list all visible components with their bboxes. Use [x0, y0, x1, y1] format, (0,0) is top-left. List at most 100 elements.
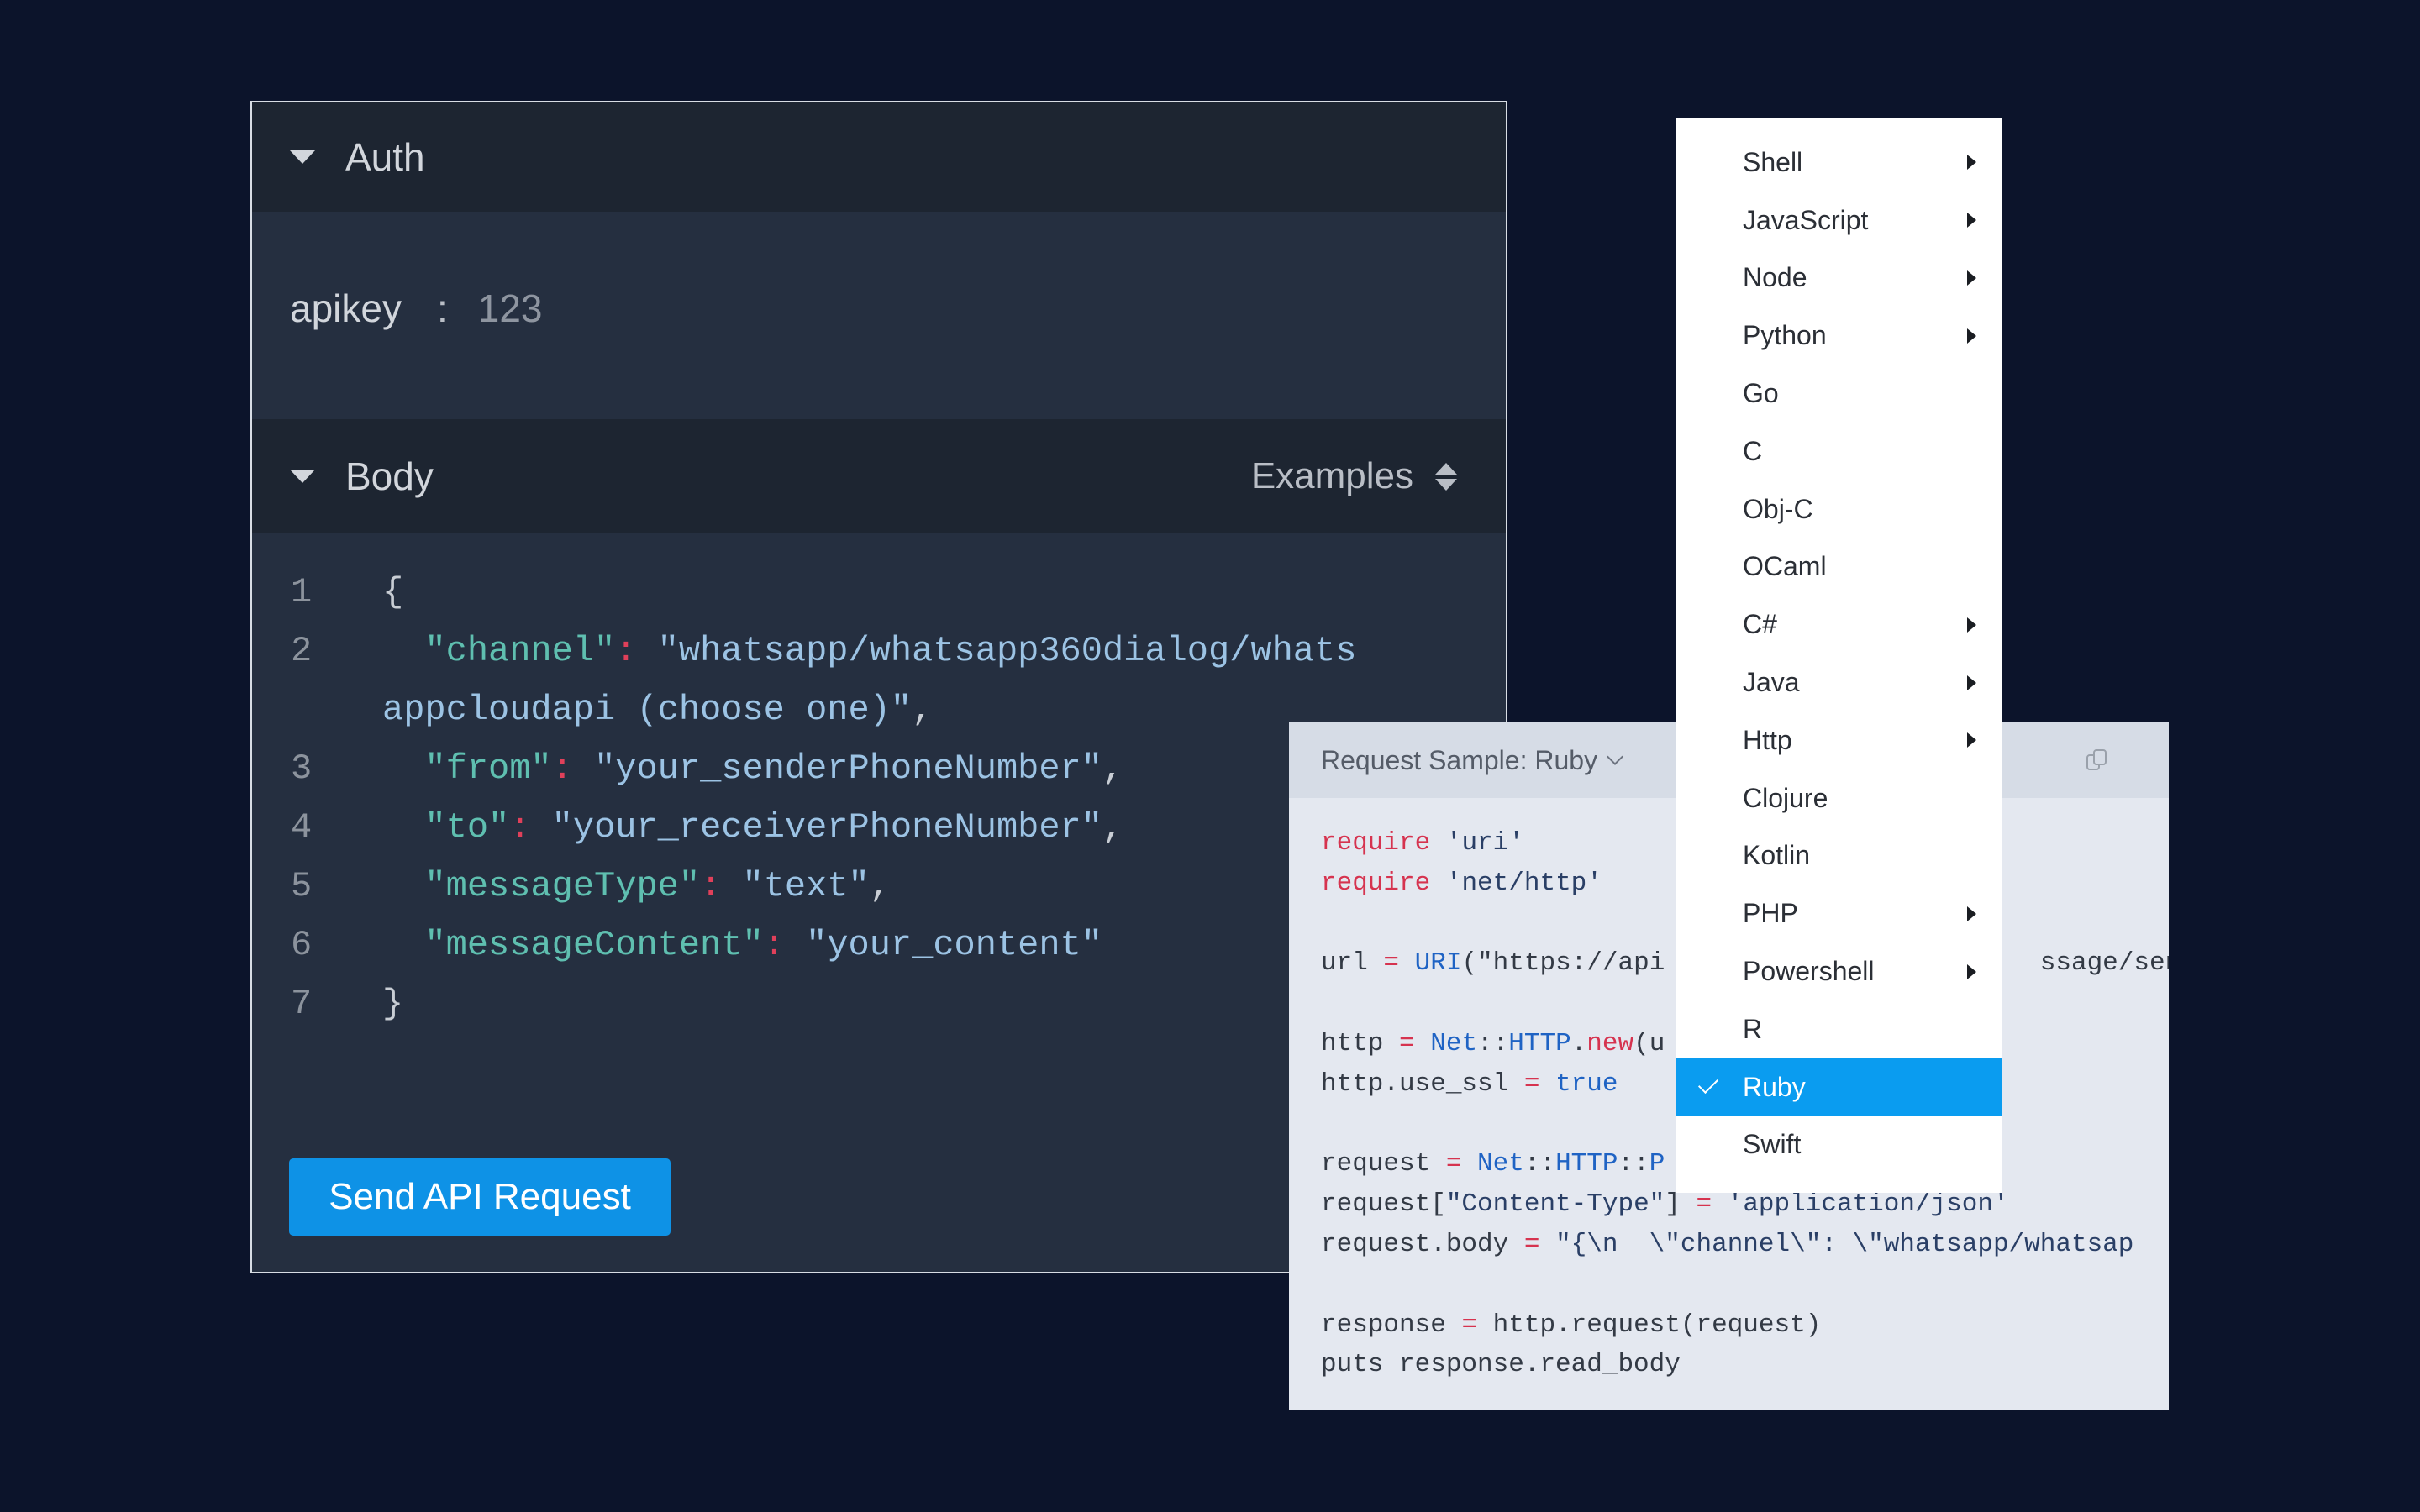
submenu-arrow-icon	[1967, 906, 1976, 921]
code-text: "to": "your_receiverPhoneNumber",	[382, 807, 1123, 848]
code-token: =	[1696, 1189, 1712, 1220]
menu-item-http[interactable]: Http	[1676, 711, 2002, 769]
body-section-header[interactable]: Body Examples	[252, 419, 1506, 533]
code-token: ::	[1618, 1149, 1649, 1179]
menu-item-go[interactable]: Go	[1676, 365, 2002, 423]
menu-item-c-[interactable]: C#	[1676, 596, 2002, 654]
code-text: appcloudapi (choose one)",	[382, 690, 933, 730]
code-line: 2 "channel": "whatsapp/whatsapp360dialog…	[252, 622, 1506, 680]
code-text: "from": "your_senderPhoneNumber",	[382, 748, 1123, 789]
code-token: "whatsapp/whatsapp360dialog/whats	[657, 631, 1357, 671]
code-token: =	[1461, 1310, 1478, 1340]
apikey-field[interactable]: apikey : 123	[290, 286, 543, 331]
language-selector[interactable]: Request Sample: Ruby	[1321, 745, 1597, 776]
code-token: "messageType"	[382, 866, 701, 906]
code-token: HTTP	[1555, 1149, 1618, 1179]
menu-item-r[interactable]: R	[1676, 1000, 2002, 1058]
code-text: }	[382, 984, 403, 1024]
menu-item-swift[interactable]: Swift	[1676, 1116, 2002, 1174]
code-token: URI	[1414, 948, 1462, 979]
copy-icon[interactable]	[2085, 748, 2110, 773]
menu-item-label: Node	[1743, 262, 1807, 293]
menu-item-clojure[interactable]: Clojure	[1676, 769, 2002, 827]
menu-item-node[interactable]: Node	[1676, 249, 2002, 307]
submenu-arrow-icon	[1967, 732, 1976, 748]
auth-section-header[interactable]: Auth	[252, 102, 1506, 212]
menu-item-label: JavaScript	[1743, 204, 1869, 235]
menu-item-ruby[interactable]: Ruby	[1676, 1058, 2002, 1116]
code-token: :	[615, 631, 658, 671]
menu-item-label: Python	[1743, 320, 1827, 351]
code-token: 'application/json'	[1727, 1189, 2009, 1220]
code-token: Net	[1477, 1149, 1524, 1179]
menu-item-label: Obj-C	[1743, 493, 1813, 524]
examples-label: Examples	[1250, 455, 1413, 496]
menu-item-label: Kotlin	[1743, 840, 1811, 871]
submenu-arrow-icon	[1967, 963, 1976, 979]
menu-item-label: C#	[1743, 609, 1777, 640]
menu-item-kotlin[interactable]: Kotlin	[1676, 827, 2002, 885]
menu-item-php[interactable]: PHP	[1676, 885, 2002, 942]
code-token: true	[1555, 1068, 1618, 1099]
language-menu: Shell JavaScript Node Python Go C Obj-C OCaml C#…	[1676, 118, 2002, 1193]
code-text: "messageContent": "your_content"	[382, 925, 1102, 965]
code-token: ,	[1102, 807, 1124, 848]
code-token: .	[1570, 1028, 1587, 1058]
code-token: "text"	[742, 866, 870, 906]
code-token: "messageContent"	[382, 925, 764, 965]
submenu-arrow-icon	[1967, 328, 1976, 344]
menu-item-label: Go	[1743, 378, 1779, 409]
menu-item-powershell[interactable]: Powershell	[1676, 942, 2002, 1000]
menu-item-label: C	[1743, 435, 1763, 466]
menu-item-label: Http	[1743, 724, 1792, 755]
code-token: response	[1321, 1310, 1462, 1340]
code-token: P	[1649, 1149, 1665, 1179]
submenu-arrow-icon	[1967, 270, 1976, 286]
code-token: "your_receiverPhoneNumber"	[551, 807, 1102, 848]
menu-item-label: Swift	[1743, 1129, 1802, 1160]
send-api-request-button[interactable]: Send API Request	[289, 1158, 671, 1236]
menu-item-label: Java	[1743, 667, 1800, 698]
menu-item-ocaml[interactable]: OCaml	[1676, 538, 2002, 596]
code-token: 'uri'	[1445, 828, 1524, 858]
line-number: 4	[291, 807, 313, 848]
code-token: :	[551, 748, 595, 789]
updown-arrows-icon	[1435, 462, 1457, 491]
code-token: HTTP	[1508, 1028, 1571, 1058]
menu-item-shell[interactable]: Shell	[1676, 134, 2002, 192]
code-token: "Content-Type"	[1445, 1189, 1665, 1220]
auth-title: Auth	[345, 135, 425, 179]
code-token: ,	[869, 866, 891, 906]
code-text: {	[382, 572, 403, 612]
code-token: }	[382, 984, 404, 1024]
submenu-arrow-icon	[1967, 617, 1976, 633]
menu-item-python[interactable]: Python	[1676, 307, 2002, 365]
body-title: Body	[345, 454, 434, 498]
code-token: url	[1321, 948, 1384, 979]
menu-item-c[interactable]: C	[1676, 423, 2002, 480]
code-token: puts response.read_body	[1321, 1350, 1681, 1380]
apikey-value[interactable]: 123	[478, 286, 543, 331]
menu-item-java[interactable]: Java	[1676, 654, 2002, 711]
code-token: "{\n \"channel\": \"whatsapp/whatsap	[1555, 1229, 2134, 1259]
examples-select[interactable]: Examples	[1251, 419, 1457, 533]
code-token: ::	[1523, 1149, 1556, 1179]
code-token: =	[1399, 1028, 1415, 1058]
line-number: 7	[291, 984, 313, 1024]
chevron-down-icon[interactable]	[1607, 748, 1623, 765]
code-token: request.body	[1321, 1229, 1524, 1259]
code-token: =	[1523, 1068, 1540, 1099]
caret-down-icon	[290, 150, 315, 164]
submenu-arrow-icon	[1967, 675, 1976, 690]
code-token: =	[1523, 1229, 1540, 1259]
apikey-label: apikey	[290, 286, 402, 330]
code-token: http	[1321, 1028, 1400, 1058]
code-token: (u	[1634, 1028, 1665, 1058]
menu-item-obj-c[interactable]: Obj-C	[1676, 480, 2002, 538]
menu-item-javascript[interactable]: JavaScript	[1676, 192, 2002, 249]
